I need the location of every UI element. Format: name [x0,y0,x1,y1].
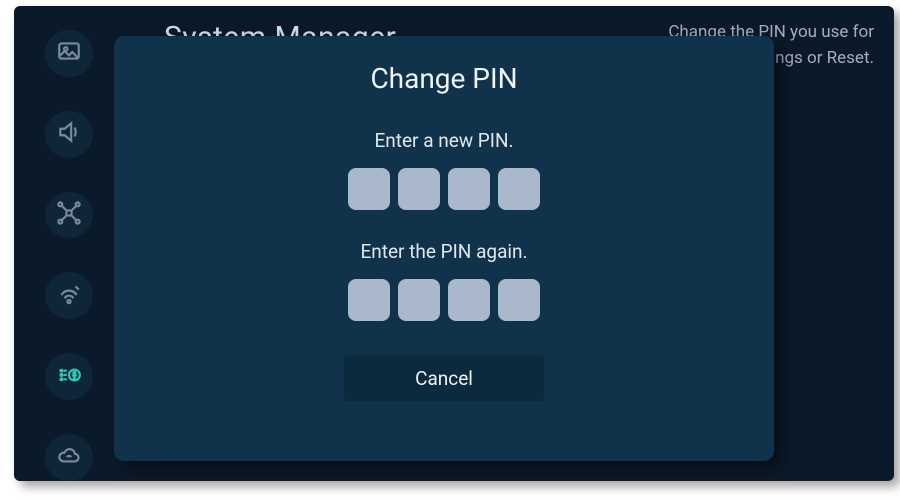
pin-digit[interactable] [348,168,390,210]
change-pin-modal: Change PIN Enter a new PIN. Enter the PI… [114,36,774,461]
sidebar-item-broadcast[interactable] [45,272,93,319]
cancel-button-label: Cancel [415,367,473,390]
sidebar-item-sound[interactable] [45,111,93,158]
cloud-icon [56,443,82,473]
network-icon [56,200,82,230]
sidebar-item-network[interactable] [45,192,93,239]
picture-icon [56,38,82,68]
prompt-confirm-pin: Enter the PIN again. [360,240,527,263]
pin-digit[interactable] [498,168,540,210]
sidebar-item-accessibility[interactable] [45,353,93,400]
accessibility-icon [56,362,82,392]
sidebar-item-picture[interactable] [45,30,93,77]
settings-sidebar [14,6,124,481]
pin-digit[interactable] [448,279,490,321]
pin-digit[interactable] [448,168,490,210]
pin-digit[interactable] [398,168,440,210]
pin-digit[interactable] [498,279,540,321]
pin-digit[interactable] [348,279,390,321]
sound-icon [56,119,82,149]
modal-title: Change PIN [370,62,517,95]
settings-screen: System Manager Change the PIN you use fo… [14,6,894,481]
prompt-new-pin: Enter a new PIN. [374,129,513,152]
sidebar-item-cloud[interactable] [45,434,93,481]
pin-digit[interactable] [398,279,440,321]
cancel-button[interactable]: Cancel [344,355,544,401]
satellite-icon [56,281,82,311]
pin-input-new[interactable] [348,168,540,210]
pin-input-confirm[interactable] [348,279,540,321]
